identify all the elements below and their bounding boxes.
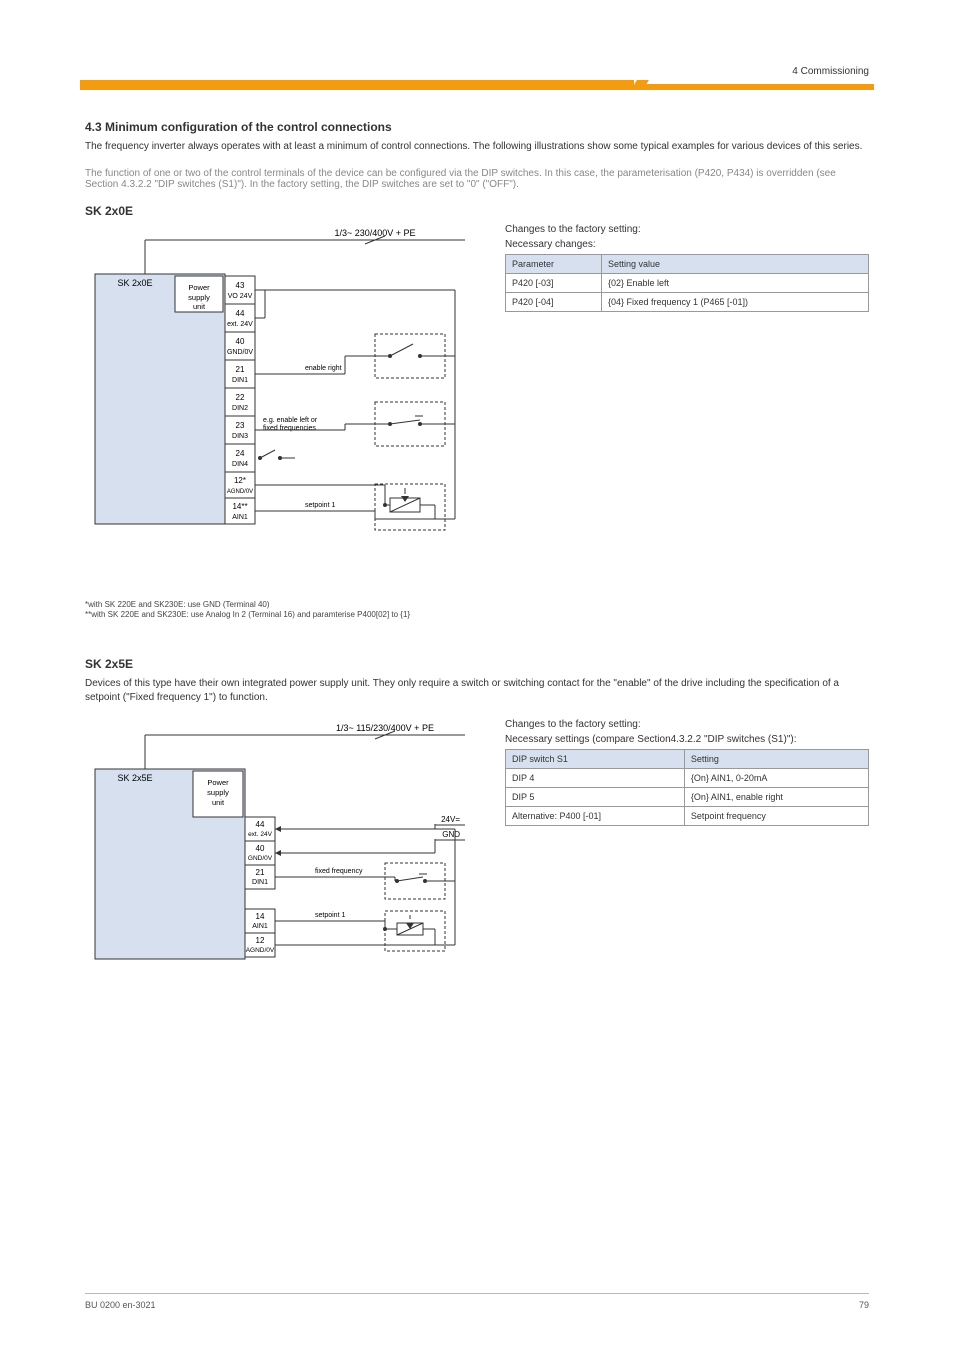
term40-id: 40 (236, 337, 245, 346)
wiring-diagram-sk2x5e: 1/3~ 115/230/400V + PE SK 2x5E Power sup… (85, 719, 475, 1019)
t14-lab: AIN1 (252, 923, 268, 930)
footnote-2: **with SK 220E and SK230E: use Analog In… (85, 610, 475, 620)
t21-id: 21 (256, 868, 265, 877)
label-enable-left: e.g. enable left or (263, 417, 318, 424)
table-row: DIP 5 {On} AIN1, enable right (506, 787, 869, 806)
device-name: SK 2x0E (117, 278, 152, 288)
term21-label: DIN1 (232, 377, 248, 384)
t40-lab: GND/0V (248, 855, 273, 862)
term23-id: 23 (236, 421, 245, 430)
header-band-right (640, 84, 874, 90)
t21-lab: DIN1 (252, 879, 268, 886)
label-fixed-frequency: fixed frequency (315, 868, 363, 875)
term24-id: 24 (236, 449, 245, 458)
footer-docid: BU 0200 en-3021 (85, 1300, 156, 1310)
label-ps2: Power (207, 778, 229, 787)
section-blurb-2: Devices of this type have their own inte… (85, 677, 869, 705)
section-note: The function of one or two of the contro… (85, 168, 869, 190)
term22-label: DIN2 (232, 405, 248, 412)
t40-id: 40 (256, 844, 265, 853)
footer-page: 79 (859, 1300, 869, 1310)
section-blurb: The frequency inverter always operates w… (85, 140, 869, 154)
table-lead-1b: Changes to the factory setting: (505, 719, 869, 730)
label-power-supply: Power (188, 283, 210, 292)
section-subtitle: SK 2x0E (85, 204, 869, 218)
settings-table-sk2x0e: Parameter Setting value P420 [-03] {02} … (505, 254, 869, 312)
aux-gnd-label: GND (442, 830, 460, 839)
term23-label: DIN3 (232, 433, 248, 440)
table-row: P420 [-03] {02} Enable left (506, 274, 869, 293)
header-section-label: 4 Commissioning (792, 66, 869, 77)
label-power-supply-3: unit (193, 302, 206, 311)
table-lead-2b: Necessary settings (compare Section4.3.2… (505, 734, 869, 745)
t44-lab: ext. 24V (248, 831, 273, 838)
col-parameter: Parameter (506, 255, 602, 274)
t12-lab: AGND/0V (246, 947, 275, 954)
table-lead-2: Necessary changes: (505, 239, 869, 250)
label-ps2b: supply (207, 788, 229, 797)
power-label: 1/3~ 230/400V + PE (334, 228, 415, 238)
device-name-2: SK 2x5E (117, 773, 152, 783)
footnote-1: *with SK 220E and SK230E: use GND (Termi… (85, 600, 475, 610)
wiring-diagram-sk2x0e: 1/3~ 230/400V + PE Power supply unit SK … (85, 224, 475, 594)
label-fixed-freq: fixed frequencies (263, 425, 316, 432)
table-row: Alternative: P400 [-01] Setpoint frequen… (506, 806, 869, 825)
t14-id: 14 (256, 912, 265, 921)
label-setpoint1: setpoint 1 (305, 502, 335, 509)
power-label-2: 1/3~ 115/230/400V + PE (336, 723, 434, 733)
table-lead-1: Changes to the factory setting: (505, 224, 869, 235)
term44-id: 44 (236, 309, 245, 318)
label-setpoint1-b: setpoint 1 (315, 912, 345, 919)
term43-label: VO 24V (228, 293, 253, 300)
settings-table-sk2x5e: DIP switch S1 Setting DIP 4 {On} AIN1, 0… (505, 749, 869, 826)
section-title: 4.3 Minimum configuration of the control… (85, 120, 869, 134)
term24-label: DIN4 (232, 461, 248, 468)
col-setting-b: Setting (684, 749, 868, 768)
term12-label: AGND/0V (227, 489, 253, 495)
section-subtitle-2: SK 2x5E (85, 657, 869, 671)
t12-id: 12 (256, 936, 265, 945)
term22-id: 22 (236, 393, 245, 402)
aux-24v-label: 24V= (441, 815, 460, 824)
label-power-supply-2: supply (188, 293, 210, 302)
term40-label: GND/0V (227, 349, 253, 356)
term43-id: 43 (236, 281, 245, 290)
table-row: P420 [-04] {04} Fixed frequency 1 (P465 … (506, 293, 869, 312)
t44-id: 44 (256, 820, 265, 829)
col-dip: DIP switch S1 (506, 749, 685, 768)
term44-label: ext. 24V (227, 321, 253, 328)
label-enable-right: enable right (305, 365, 342, 372)
col-setting: Setting value (601, 255, 868, 274)
header-band-left (80, 80, 634, 90)
term21-id: 21 (236, 365, 245, 374)
term12-id: 12* (234, 476, 246, 485)
label-ps2c: unit (212, 798, 225, 807)
term14-label: AIN1 (232, 514, 248, 521)
term14-id: 14** (232, 502, 247, 511)
table-row: DIP 4 {On} AIN1, 0-20mA (506, 768, 869, 787)
